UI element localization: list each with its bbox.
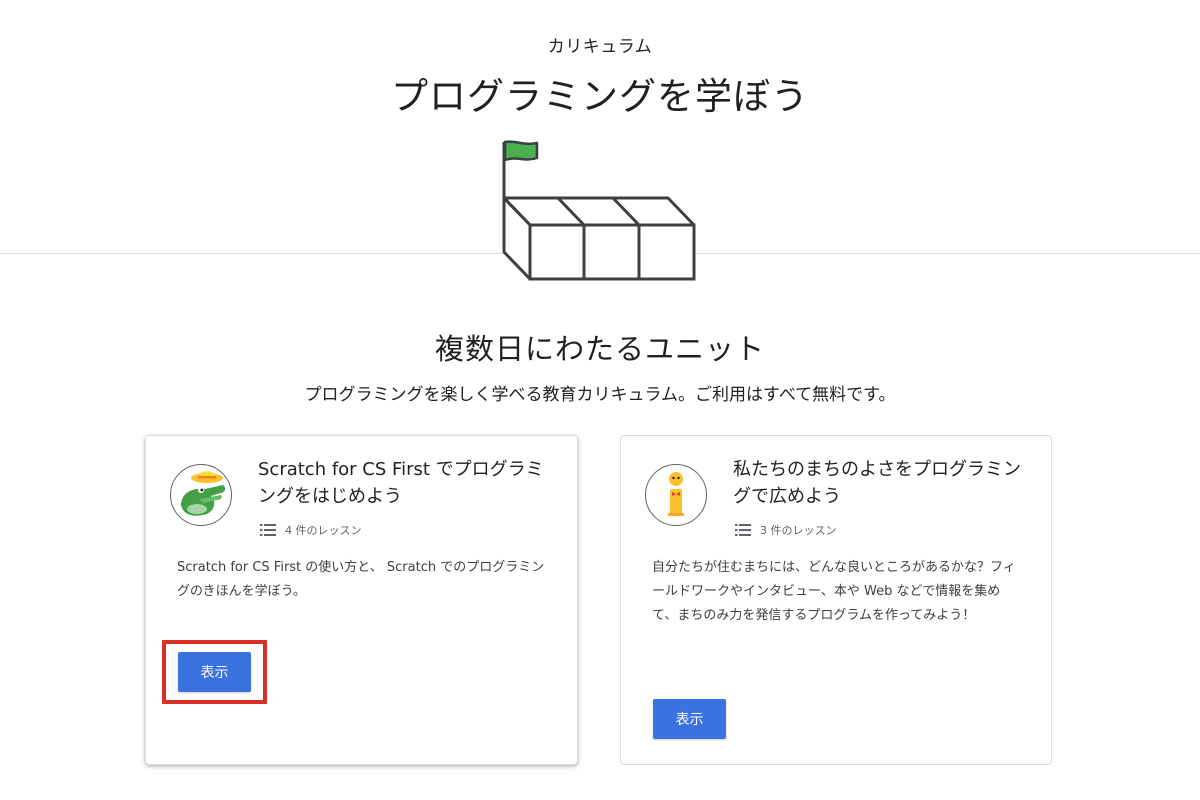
card-description: Scratch for CS First の使い方と、 Scratch でのプロ…	[177, 560, 545, 599]
unit-card-town[interactable]: 私たちのまちのよさをプログラミングで広めよう 3 件のレッスン 自分たちが住むま…	[620, 435, 1052, 765]
card-description: 自分たちが住むまちには、どんな良いところがあるかな？フィールドワークやインタビュ…	[652, 560, 1016, 623]
show-button[interactable]: 表示	[178, 652, 251, 692]
section-subtitle: プログラミングを楽しく学べる教育カリキュラム。ご利用はすべて無料です。	[304, 385, 896, 405]
eyebrow-label: カリキュラム	[547, 37, 653, 57]
lesson-count-label: 3 件のレッスン	[760, 524, 837, 537]
crocodile-with-hat-icon	[170, 464, 232, 526]
card-title[interactable]: 私たちのまちのよさをプログラミングで広めよう	[733, 456, 1023, 510]
section-title: 複数日にわたるユニット	[434, 332, 765, 366]
flag-on-blocks-icon	[502, 140, 696, 281]
lesson-count-label: 4 件のレッスン	[285, 524, 362, 537]
page-title: プログラミングを学ぼう	[391, 75, 809, 118]
lesson-count: 3 件のレッスン	[735, 522, 837, 538]
unit-card-scratch[interactable]: Scratch for CS First でプログラミングをはじめよう 4 件の…	[145, 435, 578, 765]
card-title[interactable]: Scratch for CS First でプログラミングをはじめよう	[258, 456, 548, 510]
list-icon	[735, 524, 751, 536]
info-character-icon	[645, 464, 707, 526]
lesson-count: 4 件のレッスン	[260, 522, 362, 538]
list-icon	[260, 524, 276, 536]
show-button[interactable]: 表示	[653, 699, 726, 739]
